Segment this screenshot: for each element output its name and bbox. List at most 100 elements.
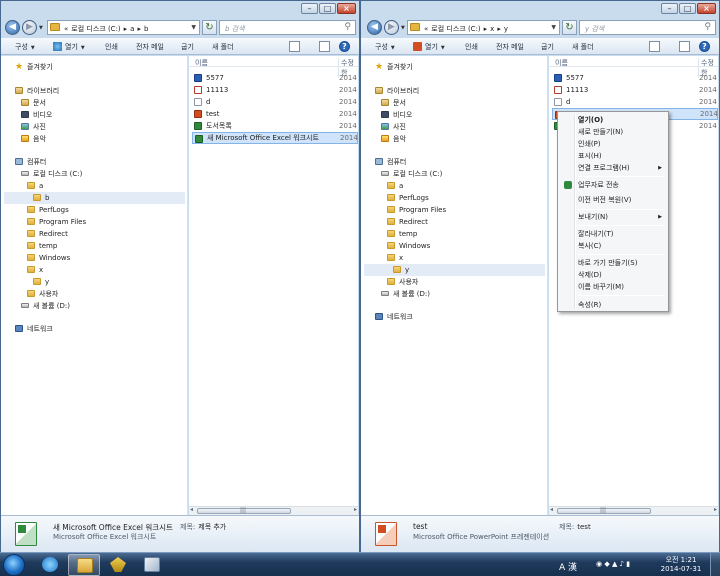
nav-item-music[interactable]: 음악 <box>21 133 46 145</box>
view-options-icon[interactable] <box>289 41 300 52</box>
nav-item-folder-y[interactable]: y <box>33 276 49 288</box>
nav-item-music[interactable]: 음악 <box>381 133 406 145</box>
input-method-indicator[interactable]: A 漢 <box>559 560 577 573</box>
taskbar-app-tool[interactable] <box>102 554 134 576</box>
start-button[interactable] <box>3 554 25 576</box>
breadcrumb[interactable]: «로컬 디스크 (C:) ▸ x ▸ y <box>424 24 511 34</box>
chevron-down-icon[interactable]: ▼ <box>191 24 196 31</box>
file-row-11113[interactable]: 11113 2014 <box>192 84 358 96</box>
email-button[interactable]: 전자 메일 <box>496 42 524 52</box>
address-bar[interactable]: «로컬 디스크 (C:) ▸ x ▸ y ▼ <box>407 20 560 35</box>
organize-button[interactable]: 구성 ▼ <box>15 42 35 52</box>
open-button[interactable]: 열기 ▼ <box>413 42 445 52</box>
details-title-field[interactable]: 제목: 제목 추가 <box>180 522 226 532</box>
column-name-header[interactable]: 이름 <box>555 58 568 68</box>
taskbar-internet-explorer[interactable] <box>34 554 66 576</box>
menu-item-create-shortcut[interactable]: 바로 가기 만들기(S) <box>560 257 666 269</box>
print-button[interactable]: 인쇄 <box>465 42 478 52</box>
menu-item-send-work-files[interactable]: 업무자료 전송 <box>560 179 666 191</box>
nav-item-videos[interactable]: 비디오 <box>381 109 412 121</box>
menu-item-show[interactable]: 표시(H) <box>560 150 666 162</box>
print-button[interactable]: 인쇄 <box>105 42 118 52</box>
email-button[interactable]: 전자 메일 <box>136 42 164 52</box>
burn-button[interactable]: 굽기 <box>541 42 554 52</box>
nav-item-redirect[interactable]: Redirect <box>387 216 428 228</box>
nav-item-users[interactable]: 사용자 <box>387 276 418 288</box>
nav-item-folder-x[interactable]: x <box>27 264 43 276</box>
nav-item-folder-x[interactable]: x <box>387 252 403 264</box>
close-button[interactable]: × <box>697 3 716 14</box>
file-row-11113[interactable]: 11113 2014 <box>552 84 718 96</box>
search-input[interactable]: y 검색 ⚲ <box>579 20 716 35</box>
menu-item-open[interactable]: 열기(O) <box>560 114 666 126</box>
taskbar-paint[interactable] <box>136 554 168 576</box>
scrollbar-thumb[interactable]: ||| <box>557 507 651 514</box>
forward-button[interactable]: ▶ <box>22 20 37 35</box>
nav-item-favorites[interactable]: ★ 즐겨찾기 <box>15 61 53 73</box>
menu-item-copy[interactable]: 복사(C) <box>560 240 666 252</box>
nav-item-computer[interactable]: 컴퓨터 <box>375 156 406 168</box>
recent-pages-dropdown[interactable]: ▼ <box>39 25 43 31</box>
show-desktop-button[interactable] <box>710 553 720 576</box>
preview-pane-icon[interactable] <box>319 41 330 52</box>
scroll-left-icon[interactable]: ◂ <box>190 506 193 513</box>
details-title-field[interactable]: 제목: test <box>559 522 591 532</box>
nav-item-computer[interactable]: 컴퓨터 <box>15 156 46 168</box>
breadcrumb[interactable]: «로컬 디스크 (C:) ▸ a ▸ b <box>64 24 151 34</box>
clock[interactable]: 오전 1:21 2014-07-31 <box>656 556 706 574</box>
nav-item-local-disk-c[interactable]: 로컬 디스크 (C:) <box>381 168 442 180</box>
minimize-button[interactable]: – <box>661 3 678 14</box>
scroll-right-icon[interactable]: ▸ <box>354 506 357 513</box>
nav-item-temp[interactable]: temp <box>27 240 57 252</box>
nav-item-folder-a[interactable]: a <box>387 180 403 192</box>
menu-item-cut[interactable]: 잘라내기(T) <box>560 228 666 240</box>
scrollbar-thumb[interactable]: ||| <box>197 507 291 514</box>
burn-button[interactable]: 굽기 <box>181 42 194 52</box>
view-options-icon[interactable] <box>649 41 660 52</box>
title-bar[interactable]: – □ × <box>361 1 719 15</box>
nav-item-favorites[interactable]: ★ 즐겨찾기 <box>375 61 413 73</box>
nav-item-volume-d[interactable]: 새 볼륨 (D:) <box>381 288 430 300</box>
nav-item-network[interactable]: 네트워크 <box>15 323 53 335</box>
nav-item-perflogs[interactable]: PerfLogs <box>27 204 69 216</box>
file-row-5577[interactable]: 5577 2014 <box>552 72 718 84</box>
address-bar[interactable]: «로컬 디스크 (C:) ▸ a ▸ b ▼ <box>47 20 200 35</box>
menu-item-restore-previous-versions[interactable]: 이전 버전 복원(V) <box>560 194 666 206</box>
help-icon[interactable]: ? <box>699 41 710 52</box>
maximize-button[interactable]: □ <box>679 3 696 14</box>
file-row-5577[interactable]: 5577 2014 <box>192 72 358 84</box>
column-name-header[interactable]: 이름 <box>195 58 208 68</box>
menu-item-rename[interactable]: 이름 바꾸기(M) <box>560 281 666 293</box>
nav-item-folder-y[interactable]: y <box>364 264 545 276</box>
nav-item-folder-a[interactable]: a <box>27 180 43 192</box>
scroll-right-icon[interactable]: ▸ <box>714 506 717 513</box>
nav-item-network[interactable]: 네트워크 <box>375 311 413 323</box>
nav-item-documents[interactable]: 문서 <box>381 97 406 109</box>
preview-pane-icon[interactable] <box>679 41 690 52</box>
new-folder-button[interactable]: 새 폴더 <box>212 42 234 52</box>
horizontal-scrollbar[interactable]: ◂ ||| ▸ <box>549 506 718 515</box>
nav-item-program-files[interactable]: Program Files <box>387 204 446 216</box>
nav-item-documents[interactable]: 문서 <box>21 97 46 109</box>
taskbar-windows-explorer[interactable] <box>68 554 100 576</box>
file-row-d[interactable]: d 2014 <box>192 96 358 108</box>
forward-button[interactable]: ▶ <box>384 20 399 35</box>
nav-item-volume-d[interactable]: 새 볼륨 (D:) <box>21 300 70 312</box>
file-row-new-excel[interactable]: 새 Microsoft Office Excel 워크시트 2014 <box>192 132 358 144</box>
menu-item-new[interactable]: 새로 만들기(N) <box>560 126 666 138</box>
refresh-button[interactable]: ↻ <box>562 20 577 35</box>
file-row-test[interactable]: test 2014 <box>192 108 358 120</box>
nav-item-perflogs[interactable]: PerfLogs <box>387 192 429 204</box>
menu-item-properties[interactable]: 속성(R) <box>560 299 666 311</box>
scroll-left-icon[interactable]: ◂ <box>550 506 553 513</box>
nav-item-libraries[interactable]: 라이브러리 <box>375 85 419 97</box>
tray-icons[interactable]: ◉ ◆ ▲ ♪ ▮ <box>596 560 630 568</box>
nav-item-folder-b[interactable]: b <box>4 192 185 204</box>
open-button[interactable]: 열기 ▼ <box>53 42 85 52</box>
menu-item-open-with[interactable]: 연결 프로그램(H) ▶ <box>560 162 666 174</box>
file-row-book-list[interactable]: 도서목록 2014 <box>192 120 358 132</box>
nav-item-pictures[interactable]: 사진 <box>21 121 46 133</box>
file-row-d[interactable]: d 2014 <box>552 96 718 108</box>
help-icon[interactable]: ? <box>339 41 350 52</box>
title-bar[interactable]: – □ × <box>1 1 359 15</box>
